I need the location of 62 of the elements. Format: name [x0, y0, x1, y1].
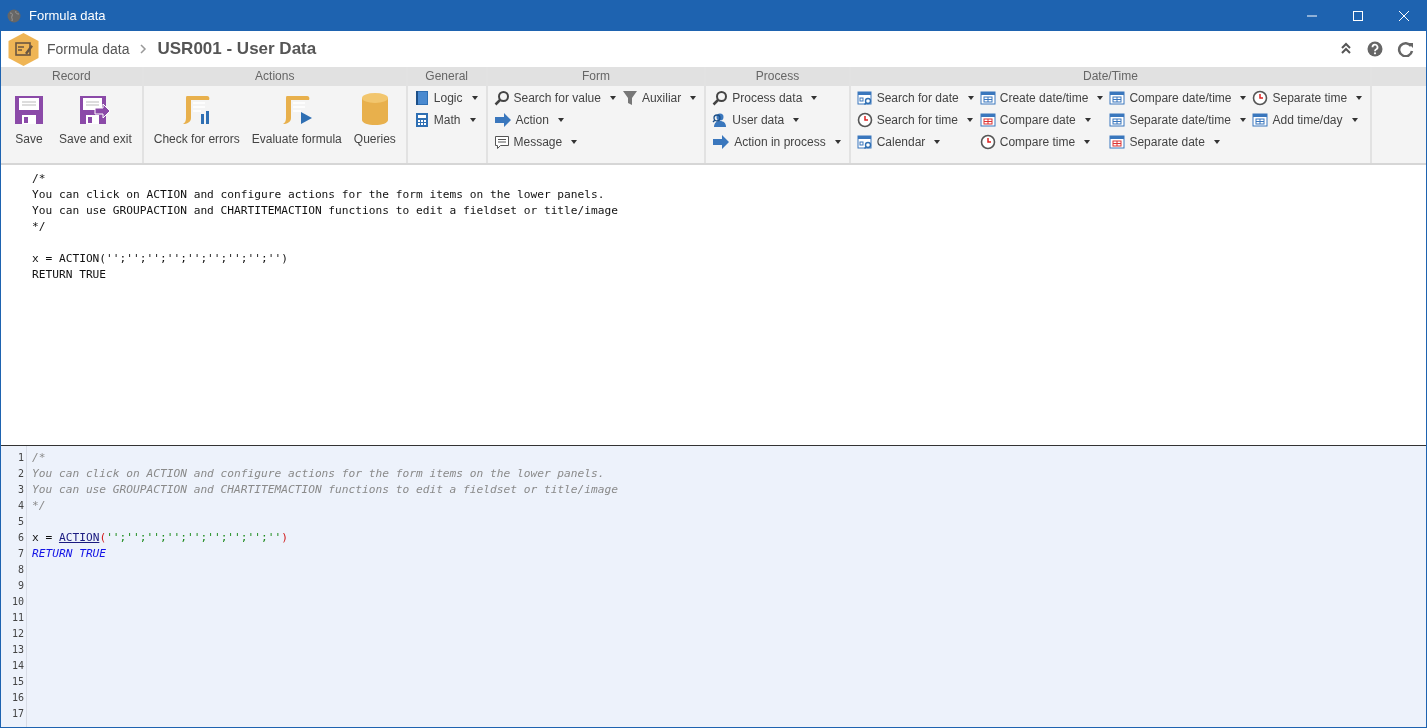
ribbon-group-title: Date/Time	[850, 67, 1371, 86]
ribbon-menu-button[interactable]: Separate date	[1107, 131, 1249, 153]
line-number: 17	[10, 707, 25, 721]
ribbon-menu-button[interactable]: Message	[491, 131, 618, 153]
ribbon-group-title: Form	[487, 67, 705, 86]
ribbon-button[interactable]: Queries	[347, 86, 402, 163]
line-number: 3	[16, 483, 25, 497]
ribbon-group-title: Process	[706, 67, 849, 86]
line-number: 13	[10, 643, 25, 657]
code-comment: You can click on ACTION and configure actions for the form items on the lower panels.	[32, 467, 605, 480]
code-comment: You can use GROUPACTION and CHARTITEMACTION functions to edit a fieldset or title/image	[32, 483, 618, 496]
ribbon-menu-button[interactable]: Process data	[710, 87, 843, 109]
line-number: 11	[10, 611, 25, 625]
line-number: 5	[16, 515, 25, 529]
ribbon-group-title: Record	[1, 67, 142, 86]
line-number: 16	[10, 691, 25, 705]
window-title: Formula data	[29, 8, 106, 23]
line-number: 8	[16, 563, 25, 577]
line-number: 7	[16, 547, 25, 561]
ribbon-menu-button[interactable]: Compare date	[977, 109, 1106, 131]
page-title: USR001 - User Data	[157, 39, 317, 59]
ribbon-menu-button[interactable]: Search for value	[491, 87, 618, 109]
breadcrumb-link[interactable]: Formula data	[47, 41, 130, 57]
code-text: x =	[32, 531, 54, 544]
ribbon-menu-button[interactable]: Compare date/time	[1107, 87, 1249, 109]
line-number: 15	[10, 675, 25, 689]
ribbon-menu-button[interactable]: Math	[411, 109, 480, 131]
ribbon-menu-button[interactable]: Calendar	[854, 131, 976, 153]
ribbon-menu-button[interactable]: Search for date	[854, 87, 976, 109]
ribbon-menu-button[interactable]: Search for time	[854, 109, 976, 131]
line-number: 9	[16, 579, 25, 593]
code-comment: /*	[32, 451, 46, 464]
ribbon-menu-button[interactable]: Action in process	[710, 131, 843, 153]
ribbon-menu-button[interactable]: Add time/day	[1250, 109, 1365, 131]
ribbon-group-title: General	[407, 67, 486, 86]
line-number: 10	[10, 595, 25, 609]
parenthesis: )	[281, 531, 288, 544]
ribbon-menu-button[interactable]: Auxiliar	[619, 87, 699, 109]
ribbon-button[interactable]: Save and exit	[53, 86, 138, 163]
line-number: 4	[16, 499, 25, 513]
ribbon-menu-button[interactable]: Create date/time	[977, 87, 1106, 109]
line-number: 2	[16, 467, 25, 481]
ribbon-group-title: Actions	[143, 67, 406, 86]
string-literal: '';'';'';'';'';'';'';'';''	[106, 531, 282, 544]
code-comment: */	[32, 499, 46, 512]
ribbon-menu-button[interactable]: Separate time	[1250, 87, 1365, 109]
line-number: 1	[16, 451, 25, 465]
formula-preview-text: /* You can click on ACTION and configure actions for the form items on the lower panels. You can use GROUPACTION and CHARTITEMACTION functions to edit a fieldset or title/image */ x = ACTION('';'';'';'';'';'';'';'';'') RETURN TRUE	[31, 171, 618, 283]
ribbon-button[interactable]: Save	[5, 86, 53, 163]
parenthesis: (	[99, 531, 107, 544]
line-number: 12	[10, 627, 25, 641]
line-number: 6	[16, 531, 25, 545]
ribbon-menu-button[interactable]: Logic	[411, 87, 480, 109]
ribbon-menu-button[interactable]: Separate date/time	[1107, 109, 1249, 131]
code-keyword: RETURN TRUE	[32, 547, 107, 560]
ribbon-menu-button[interactable]: Compare time	[977, 131, 1106, 153]
ribbon-menu-button[interactable]: User data	[710, 109, 843, 131]
ribbon-menu-button[interactable]: Action	[491, 109, 618, 131]
line-number: 14	[10, 659, 25, 673]
ribbon-button[interactable]: Check for errors	[147, 86, 246, 163]
ribbon-button[interactable]: Evaluate formula	[245, 86, 348, 163]
function-name: ACTION	[58, 531, 100, 544]
